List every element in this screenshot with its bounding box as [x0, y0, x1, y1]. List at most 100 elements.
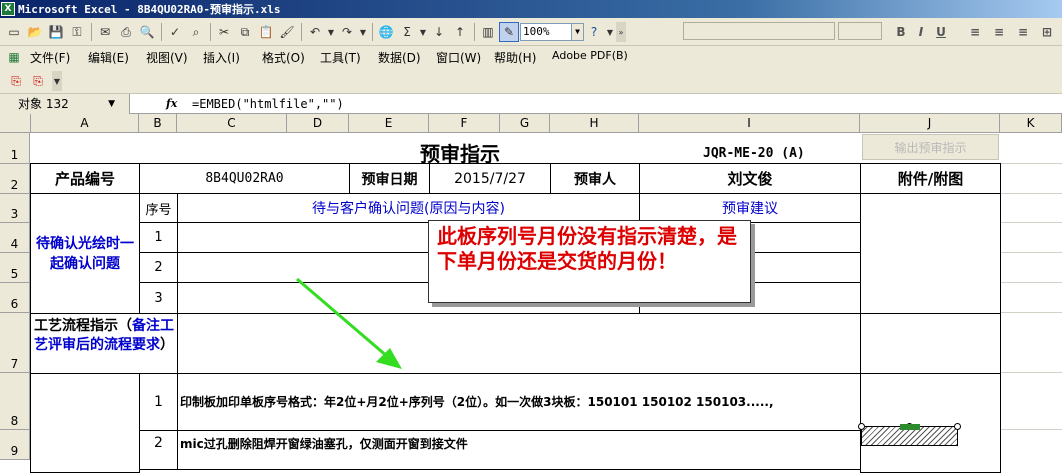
- row-header-5[interactable]: 5: [0, 253, 30, 283]
- research-icon[interactable]: ⌕: [186, 22, 206, 42]
- seq-cell-3[interactable]: 3: [139, 282, 178, 314]
- row-header-4[interactable]: 4: [0, 223, 30, 253]
- row-header-9[interactable]: 9: [0, 430, 30, 460]
- menu-window[interactable]: 窗口(W): [436, 49, 481, 66]
- toolbar-separator: [161, 23, 162, 41]
- redo-dropdown-icon[interactable]: ▼: [358, 22, 368, 42]
- undo-icon[interactable]: ↶: [305, 22, 325, 42]
- attachment-area[interactable]: [860, 193, 1001, 314]
- embedded-image[interactable]: [858, 423, 961, 446]
- email-icon[interactable]: ✉: [95, 22, 115, 42]
- item-no-2[interactable]: 2: [139, 430, 178, 470]
- copy-icon[interactable]: ⧉: [235, 22, 255, 42]
- align-center-icon[interactable]: ≡: [990, 23, 1008, 41]
- menu-help[interactable]: 帮助(H): [494, 49, 536, 66]
- undo-dropdown-icon[interactable]: ▼: [326, 22, 336, 42]
- italic-button[interactable]: I: [912, 23, 930, 41]
- column-header-i[interactable]: I: [639, 114, 860, 133]
- name-box-dropdown-icon[interactable]: ▼: [108, 94, 115, 114]
- menu-insert[interactable]: 插入(I): [203, 49, 240, 66]
- permission-icon[interactable]: ⚿: [67, 22, 87, 42]
- row-header-3[interactable]: 3: [0, 194, 30, 223]
- sort-descending-icon[interactable]: ↑: [450, 22, 470, 42]
- font-size-select[interactable]: [838, 22, 882, 40]
- save-icon[interactable]: 💾: [46, 22, 66, 42]
- menu-file[interactable]: 文件(F): [30, 49, 70, 66]
- item-text-1[interactable]: 印制板加印单板序号格式：年2位+月2位+序列号（2位）。如一次做3块板：1501…: [177, 373, 861, 431]
- font-name-select[interactable]: [683, 22, 835, 40]
- spelling-icon[interactable]: ✓: [165, 22, 185, 42]
- menu-data[interactable]: 数据(D): [378, 49, 421, 66]
- sort-ascending-icon[interactable]: ↓: [429, 22, 449, 42]
- zoom-select[interactable]: 100% ▼: [520, 23, 584, 41]
- help-dropdown-icon[interactable]: ▼: [605, 22, 615, 42]
- chart-wizard-icon[interactable]: ▥: [478, 22, 498, 42]
- review-date-value[interactable]: 2015/7/27: [429, 163, 551, 194]
- align-right-icon[interactable]: ≡: [1014, 23, 1032, 41]
- item-no-1[interactable]: 1: [139, 373, 178, 431]
- row-header-1[interactable]: 1: [0, 133, 30, 164]
- column-header-c[interactable]: C: [177, 114, 287, 133]
- drawing-icon[interactable]: ✎: [499, 22, 519, 42]
- new-icon[interactable]: ▭: [4, 22, 24, 42]
- align-left-icon[interactable]: ≡: [966, 23, 984, 41]
- name-box[interactable]: 对象 132 ▼: [0, 94, 130, 114]
- process-attachment-cell[interactable]: [860, 313, 1001, 374]
- menu-tools[interactable]: 工具(T): [320, 49, 361, 66]
- reviewer-value[interactable]: 刘文俊: [639, 163, 861, 194]
- toolbar-options-icon[interactable]: »: [616, 22, 626, 42]
- print-preview-icon[interactable]: 🔍: [137, 22, 157, 42]
- bold-button[interactable]: B: [892, 23, 910, 41]
- row-header-8[interactable]: 8: [0, 373, 30, 430]
- rotate-handle-icon[interactable]: [900, 424, 920, 430]
- menu-edit[interactable]: 编辑(E): [88, 49, 129, 66]
- seq-cell-2[interactable]: 2: [139, 252, 178, 283]
- row-header-6[interactable]: 6: [0, 283, 30, 313]
- export-review-button[interactable]: 输出预审指示: [862, 134, 999, 160]
- column-header-g[interactable]: G: [500, 114, 550, 133]
- cut-icon[interactable]: ✂: [214, 22, 234, 42]
- toolbar-separator: [91, 23, 92, 41]
- column-header-b[interactable]: B: [139, 114, 177, 133]
- column-header-f[interactable]: F: [429, 114, 500, 133]
- resize-handle-icon[interactable]: [858, 423, 865, 430]
- format-painter-icon[interactable]: 🖌: [277, 22, 297, 42]
- resize-handle-icon[interactable]: [954, 423, 961, 430]
- menu-adobe-pdf[interactable]: Adobe PDF(B): [552, 49, 628, 62]
- autosum-dropdown-icon[interactable]: ▼: [418, 22, 428, 42]
- select-all-corner[interactable]: [0, 114, 31, 133]
- insert-function-icon[interactable]: fx: [166, 94, 177, 114]
- row-header-2[interactable]: 2: [0, 164, 30, 194]
- convert-to-pdf-icon[interactable]: ⎘: [6, 71, 26, 91]
- process-flow-content[interactable]: [177, 313, 861, 374]
- pdf-toolbar-options-icon[interactable]: ▼: [52, 71, 62, 91]
- row-header-7[interactable]: 7: [0, 313, 30, 373]
- paste-icon[interactable]: 📋: [256, 22, 276, 42]
- zoom-dropdown-icon[interactable]: ▼: [571, 24, 583, 40]
- column-header-j[interactable]: J: [860, 114, 1000, 133]
- column-header-k[interactable]: K: [1000, 114, 1062, 133]
- open-icon[interactable]: 📂: [25, 22, 45, 42]
- column-header-a[interactable]: A: [31, 114, 139, 133]
- column-header-d[interactable]: D: [287, 114, 349, 133]
- item-text-2[interactable]: mic过孔删除阻焊开窗绿油塞孔，仅测面开窗到接文件: [177, 430, 861, 470]
- hyperlink-icon[interactable]: 🌐: [376, 22, 396, 42]
- seq-cell-1[interactable]: 1: [139, 222, 178, 253]
- convert-pdf-email-icon[interactable]: ⎘: [28, 71, 48, 91]
- column-header-e[interactable]: E: [349, 114, 429, 133]
- sheet-menu-icon[interactable]: ▦: [4, 47, 24, 67]
- product-no-value[interactable]: 8B4QU02RA0: [139, 163, 350, 194]
- formula-input[interactable]: =EMBED("htmlfile",""): [192, 94, 344, 114]
- column-header-h[interactable]: H: [550, 114, 639, 133]
- autosum-icon[interactable]: Σ: [397, 22, 417, 42]
- standard-toolbar: ▭ 📂 💾 ⚿ ✉ ⎙ 🔍 ✓ ⌕ ✂ ⧉ 📋 🖌 ↶ ▼ ↷ ▼ 🌐 Σ ▼ …: [0, 18, 1062, 46]
- print-icon[interactable]: ⎙: [116, 22, 136, 42]
- menu-view[interactable]: 视图(V): [146, 49, 188, 66]
- merge-center-icon[interactable]: ⊞: [1038, 23, 1056, 41]
- item-attachment-cell[interactable]: [860, 373, 1001, 473]
- menu-format[interactable]: 格式(O): [262, 49, 305, 66]
- gridline: [1000, 372, 1062, 373]
- underline-button[interactable]: U: [932, 23, 950, 41]
- help-icon[interactable]: ?: [584, 22, 604, 42]
- redo-icon[interactable]: ↷: [337, 22, 357, 42]
